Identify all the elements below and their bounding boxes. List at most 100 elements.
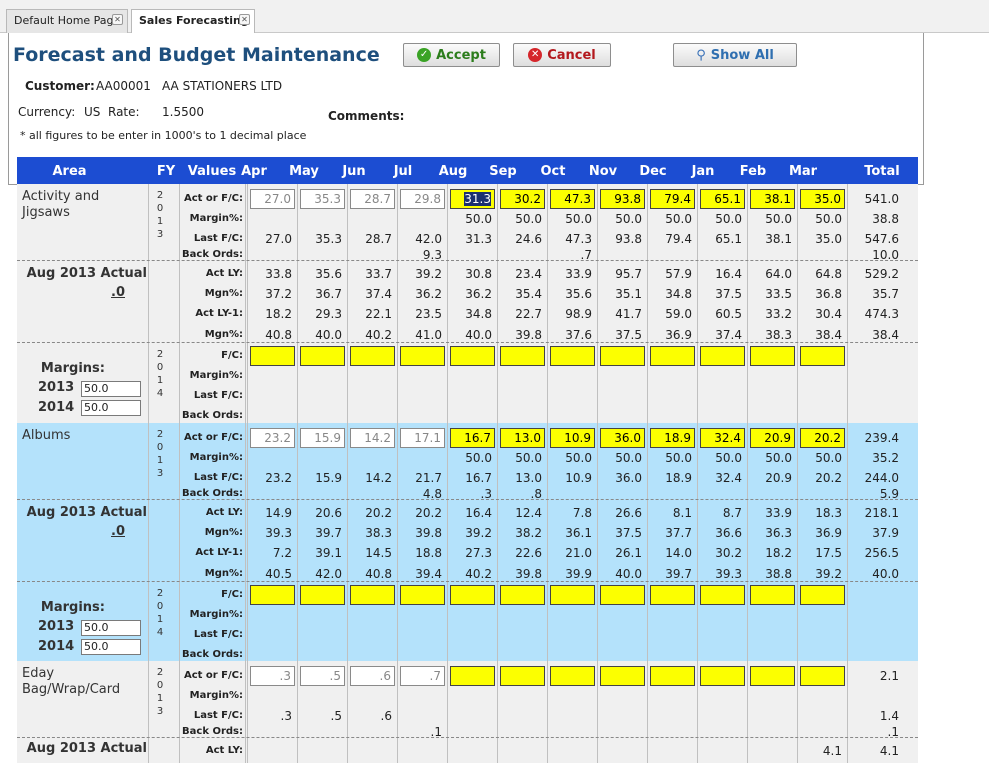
input-value: 38.1: [764, 192, 791, 206]
forecast-input[interactable]: 35.3: [300, 189, 345, 209]
value-cell: 20.9: [765, 471, 792, 485]
show-all-button[interactable]: ⚲ Show All: [673, 43, 797, 67]
fc-input[interactable]: [450, 585, 495, 605]
value-cell: 30.8: [465, 267, 492, 281]
margin-2014-input[interactable]: 50.0: [81, 400, 141, 416]
accept-label: Accept: [436, 47, 486, 63]
forecast-input[interactable]: 28.7: [350, 189, 395, 209]
forecast-input[interactable]: [700, 666, 745, 686]
forecast-input[interactable]: 65.1: [700, 189, 745, 209]
currency-label: Currency:: [18, 105, 76, 119]
tab-sales-forecasting[interactable]: Sales Forecasting ✕: [131, 9, 255, 34]
margin-2014-input[interactable]: 50.0: [81, 639, 141, 655]
forecast-input[interactable]: [600, 666, 645, 686]
tab-default-home-page[interactable]: Default Home Page ✕: [6, 9, 128, 33]
value-cell: 14.2: [365, 471, 392, 485]
fc-input[interactable]: [750, 346, 795, 366]
forecast-input[interactable]: 15.9: [300, 428, 345, 448]
fc-input[interactable]: [650, 346, 695, 366]
fc-input[interactable]: [650, 585, 695, 605]
fc-input[interactable]: [550, 585, 595, 605]
margin-2013-input[interactable]: 50.0: [81, 381, 141, 397]
forecast-input[interactable]: 79.4: [650, 189, 695, 209]
fc-input[interactable]: [350, 585, 395, 605]
margin-2013-input[interactable]: 50.0: [81, 620, 141, 636]
value-cell: 14.5: [365, 546, 392, 560]
forecast-input[interactable]: 10.9: [550, 428, 595, 448]
forecast-input[interactable]: 36.0: [600, 428, 645, 448]
forecast-input[interactable]: 32.4: [700, 428, 745, 448]
fc-input[interactable]: [500, 346, 545, 366]
fc-input[interactable]: [350, 346, 395, 366]
forecast-input[interactable]: [750, 666, 795, 686]
close-icon[interactable]: ✕: [239, 14, 250, 25]
fc-input[interactable]: [600, 346, 645, 366]
fy-digit: 0: [156, 601, 164, 612]
fc-input[interactable]: [600, 585, 645, 605]
fc-input[interactable]: [800, 346, 845, 366]
value-cell: 40.2: [465, 567, 492, 581]
value-cell: .3: [280, 709, 292, 723]
forecast-input[interactable]: 18.9: [650, 428, 695, 448]
forecast-input[interactable]: [550, 666, 595, 686]
forecast-input[interactable]: .7: [400, 666, 445, 686]
fc-input[interactable]: [800, 585, 845, 605]
forecast-input[interactable]: 17.1: [400, 428, 445, 448]
forecast-input[interactable]: [650, 666, 695, 686]
fc-input[interactable]: [750, 585, 795, 605]
mgn1-label: Mgn%:: [204, 568, 243, 579]
fc-input[interactable]: [550, 346, 595, 366]
forecast-input[interactable]: 16.7: [450, 428, 495, 448]
fy-digit: 3: [156, 706, 164, 717]
fc-input[interactable]: [250, 346, 295, 366]
accept-button[interactable]: ✓ Accept: [403, 43, 500, 67]
next-year-row-label: Last F/C:: [193, 629, 243, 640]
forecast-input[interactable]: .3: [250, 666, 295, 686]
cancel-button[interactable]: ✕ Cancel: [513, 43, 611, 67]
forecast-input[interactable]: 27.0: [250, 189, 295, 209]
act-fc-label: Act or F/C:: [183, 432, 243, 443]
forecast-input[interactable]: 13.0: [500, 428, 545, 448]
fc-input[interactable]: [400, 346, 445, 366]
value-cell: 39.2: [415, 267, 442, 281]
value-cell: 35.6: [565, 287, 592, 301]
forecast-input[interactable]: 35.0: [800, 189, 845, 209]
forecast-input[interactable]: 23.2: [250, 428, 295, 448]
fc-input[interactable]: [250, 585, 295, 605]
fc-input[interactable]: [450, 346, 495, 366]
margin-label: Margin%:: [189, 690, 243, 701]
fc-input[interactable]: [500, 585, 545, 605]
forecast-input[interactable]: [500, 666, 545, 686]
fc-input[interactable]: [400, 585, 445, 605]
close-icon[interactable]: ✕: [112, 14, 123, 25]
forecast-input[interactable]: 29.8: [400, 189, 445, 209]
value-cell: 39.3: [265, 526, 292, 540]
fc-input[interactable]: [700, 346, 745, 366]
forecast-input[interactable]: .6: [350, 666, 395, 686]
forecast-input[interactable]: 93.8: [600, 189, 645, 209]
forecast-input[interactable]: 47.3: [550, 189, 595, 209]
value-cell: 50.0: [665, 212, 692, 226]
fc-input[interactable]: [300, 585, 345, 605]
forecast-input[interactable]: 30.2: [500, 189, 545, 209]
forecast-input[interactable]: 38.1: [750, 189, 795, 209]
act-ly-label: Act LY:: [205, 745, 243, 756]
forecast-input[interactable]: .5: [300, 666, 345, 686]
back-ords-label: Back Ords:: [182, 488, 243, 499]
area-block: Albums 2 0 1 3 Act or F/C: 23.2 15.9 14.2 17.1 16.…: [17, 423, 918, 661]
value-cell: 17.5: [815, 546, 842, 560]
actual-value-link[interactable]: .0: [17, 285, 125, 300]
value-cell: 50.0: [665, 451, 692, 465]
fc-input[interactable]: [300, 346, 345, 366]
forecast-section: 2 0 1 3 Act or F/C: .3 .5 .6 .7 2.1 Margin%: Last F…: [17, 661, 918, 756]
actual-value-link[interactable]: .0: [17, 524, 125, 539]
forecast-input[interactable]: 20.9: [750, 428, 795, 448]
value-cell: 37.4: [715, 328, 742, 342]
forecast-input[interactable]: [450, 666, 495, 686]
forecast-input[interactable]: [800, 666, 845, 686]
forecast-input[interactable]: 14.2: [350, 428, 395, 448]
value-cell: 79.4: [665, 232, 692, 246]
forecast-input[interactable]: 31.3: [450, 189, 495, 209]
forecast-input[interactable]: 20.2: [800, 428, 845, 448]
fc-input[interactable]: [700, 585, 745, 605]
